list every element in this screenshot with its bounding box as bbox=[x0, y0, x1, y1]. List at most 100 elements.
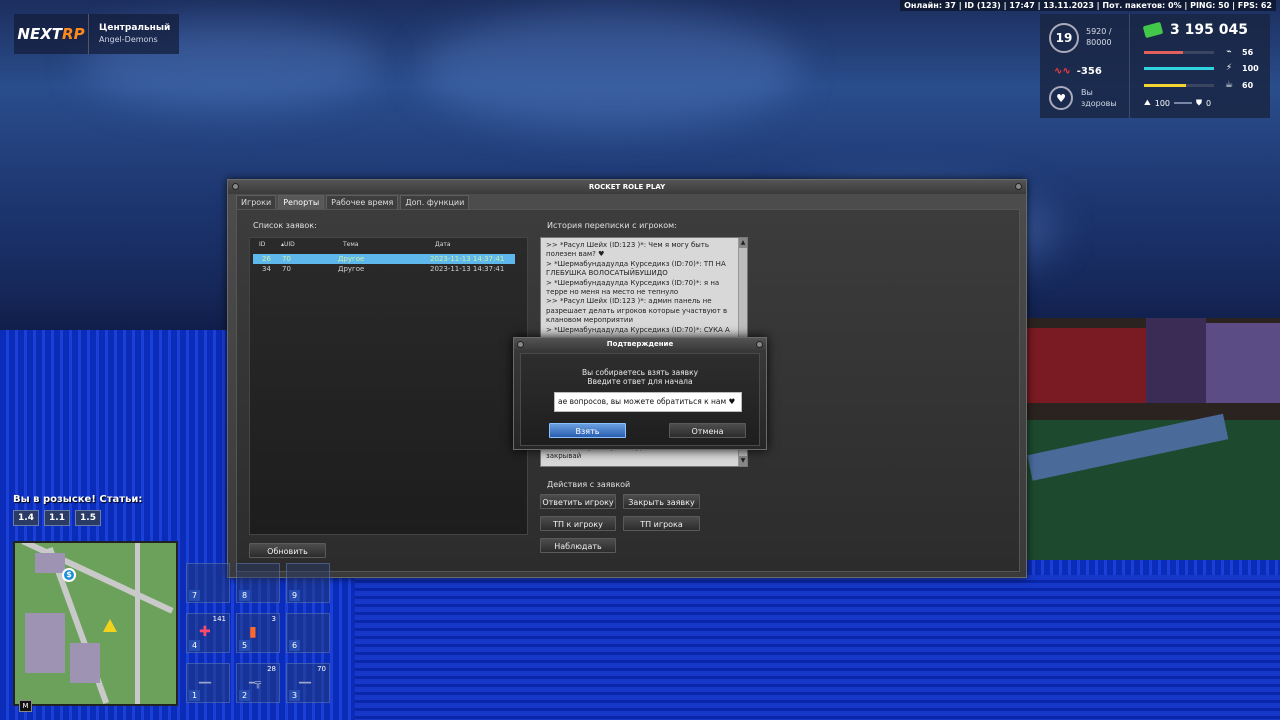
col-id[interactable]: ID bbox=[259, 241, 265, 248]
slot-count: 70 bbox=[317, 665, 326, 673]
chat-line: > *Шермабундадулда Курседикз (ID:70)*: Т… bbox=[546, 259, 726, 268]
tab-extra-functions[interactable]: Доп. функции bbox=[400, 195, 470, 209]
inventory-slot[interactable]: 8 bbox=[236, 563, 280, 603]
brand-suffix: RP bbox=[62, 25, 85, 43]
heart-icon: ♥ bbox=[1049, 86, 1073, 110]
health-status-2: здоровы bbox=[1081, 99, 1117, 108]
spectate-button[interactable]: Наблюдать bbox=[540, 538, 616, 553]
food-icon: ☕ bbox=[1224, 80, 1234, 90]
server-logo: NEXT RP Центральный Angel-Demons bbox=[14, 14, 179, 54]
inventory-slot[interactable]: 6 bbox=[286, 613, 330, 653]
confirm-close-button[interactable] bbox=[756, 341, 763, 348]
slot-number: 5 bbox=[239, 640, 250, 651]
brand-logo: NEXT RP bbox=[14, 14, 89, 54]
rifle-icon: ━━ bbox=[199, 678, 212, 689]
row-topic: Другое bbox=[338, 265, 365, 273]
tp-to-player-button[interactable]: ТП к игроку bbox=[540, 516, 616, 531]
rooftop-front bbox=[355, 575, 1280, 720]
chat-line: разрешает делать игроков которые участву… bbox=[546, 306, 728, 315]
health-status-1: Вы bbox=[1081, 88, 1093, 97]
col-topic[interactable]: Тема bbox=[343, 241, 359, 248]
heartbeat-icon: ⌁ bbox=[1226, 47, 1232, 57]
inventory-slot[interactable]: ━━ 1 bbox=[186, 663, 230, 703]
report-row[interactable]: 34 70 Другое 2023-11-13 14:37:41 bbox=[253, 264, 515, 274]
stat-health: ⌁ 56 bbox=[1144, 47, 1264, 57]
col-uid-sort[interactable]: ▴UID bbox=[281, 241, 295, 248]
slot-number: 4 bbox=[189, 640, 200, 651]
inventory-slot[interactable]: ▮ 3 5 bbox=[236, 613, 280, 653]
take-report-button[interactable]: Взять bbox=[549, 423, 626, 438]
wanted-value: -356 bbox=[1076, 66, 1102, 77]
player-hud: 19 5920 / 80000 ∿∿ -356 ♥ Вы здоровы 3 19… bbox=[1040, 14, 1270, 118]
stat-value: 100 bbox=[1242, 63, 1259, 73]
mini-stats: ⛰ 100 ⛊ 0 bbox=[1144, 98, 1211, 108]
exp-total: 80000 bbox=[1086, 38, 1112, 47]
chat-line: >> *Расул Шейх (ID:123 )*: Чем я могу бы… bbox=[546, 241, 710, 249]
bank-icon: $ bbox=[62, 568, 76, 582]
actions-label: Действия с заявкой bbox=[547, 480, 631, 489]
slot-number: 1 bbox=[189, 690, 200, 701]
stat-value: 56 bbox=[1242, 47, 1254, 57]
col-date[interactable]: Дата bbox=[435, 241, 451, 248]
inventory-slot[interactable]: ━━ 70 3 bbox=[286, 663, 330, 703]
weight-icon: ⛰ bbox=[1144, 98, 1151, 107]
row-date: 2023-11-13 14:37:41 bbox=[430, 255, 505, 263]
row-topic: Другое bbox=[338, 255, 365, 263]
sky-cloud bbox=[420, 10, 800, 130]
map-key[interactable]: M bbox=[19, 700, 32, 712]
row-uid: 70 bbox=[282, 265, 291, 273]
inventory-slot[interactable]: ━╦ 28 2 bbox=[236, 663, 280, 703]
mini-left-value: 100 bbox=[1154, 98, 1171, 108]
confirm-title: Подтверждение bbox=[514, 338, 766, 351]
stat-armor: ⚡ 100 bbox=[1144, 63, 1264, 73]
chat-line: клановом мероприятии bbox=[546, 316, 634, 325]
wanted-meter: ∿∿ -356 bbox=[1054, 66, 1102, 77]
chat-line: полезен вам? ♥ bbox=[546, 250, 605, 259]
slot-number: 8 bbox=[239, 590, 250, 601]
tp-player-button[interactable]: ТП игрока bbox=[623, 516, 700, 531]
slot-count: 3 bbox=[271, 615, 276, 623]
col-uid: UID bbox=[284, 241, 295, 248]
row-uid: 70 bbox=[282, 255, 291, 263]
slot-number: 7 bbox=[189, 590, 200, 601]
brand-main: NEXT bbox=[17, 25, 63, 43]
server-status-line: Онлайн: 37 | ID (123) | 17:47 | 13.11.20… bbox=[900, 0, 1276, 11]
window-dot-left[interactable] bbox=[232, 183, 239, 190]
chat-line: закрывай bbox=[546, 452, 582, 461]
confirm-dialog: Подтверждение Вы собираетесь взять заявк… bbox=[513, 337, 767, 450]
row-date: 2023-11-13 14:37:41 bbox=[430, 265, 505, 273]
smg-icon: ━╦ bbox=[249, 678, 262, 689]
confirm-dot-left[interactable] bbox=[517, 341, 524, 348]
row-id: 34 bbox=[262, 265, 271, 273]
server-name: Центральный bbox=[99, 23, 171, 33]
close-report-button[interactable]: Закрыть заявку bbox=[623, 494, 700, 509]
money-display: 3 195 045 bbox=[1142, 21, 1248, 39]
exp-current: 5920 / bbox=[1086, 27, 1112, 36]
refresh-button[interactable]: Обновить bbox=[249, 543, 326, 558]
scroll-up-icon[interactable]: ▲ bbox=[739, 238, 747, 248]
answer-input[interactable]: ае вопросов, вы можете обратиться к нам … bbox=[554, 392, 742, 412]
confirm-line-2: Введите ответ для начала bbox=[587, 377, 693, 386]
scroll-down-icon[interactable]: ▼ bbox=[739, 456, 747, 466]
inventory-slot[interactable]: 7 bbox=[186, 563, 230, 603]
tab-reports[interactable]: Репорты bbox=[278, 195, 325, 209]
window-title: ROCKET ROLE PLAY bbox=[228, 180, 1026, 194]
shotgun-icon: ━━ bbox=[299, 678, 312, 689]
reply-player-button[interactable]: Ответить игроку bbox=[540, 494, 616, 509]
money-value: 3 195 045 bbox=[1170, 22, 1248, 38]
minimap[interactable]: $ bbox=[13, 541, 178, 706]
tab-players[interactable]: Игроки bbox=[236, 195, 277, 209]
lightning-icon: ⚡ bbox=[1225, 63, 1233, 73]
row-id: 26 bbox=[262, 255, 271, 263]
confirm-body: Вы собираетесь взять заявку Введите отве… bbox=[520, 353, 760, 446]
cancel-button[interactable]: Отмена bbox=[669, 423, 746, 438]
inventory-slot[interactable]: 9 bbox=[286, 563, 330, 603]
report-row[interactable]: 26 70 Другое 2023-11-13 14:37:41 bbox=[253, 254, 515, 264]
window-close-button[interactable] bbox=[1015, 183, 1022, 190]
slot-number: 9 bbox=[289, 590, 300, 601]
inventory-slot[interactable]: ✚ 141 4 bbox=[186, 613, 230, 653]
level-badge: 19 bbox=[1049, 23, 1079, 53]
article-chip: 1.1 bbox=[44, 510, 70, 526]
article-chip: 1.4 bbox=[13, 510, 39, 526]
tab-work-time[interactable]: Рабочее время bbox=[326, 195, 399, 209]
